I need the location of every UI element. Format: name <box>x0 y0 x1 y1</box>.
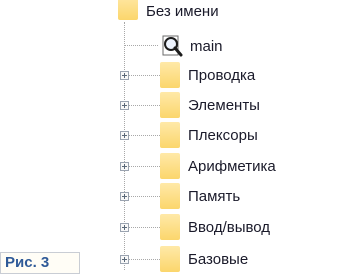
plus-icon[interactable] <box>120 192 129 201</box>
tree-item-label: Проводка <box>188 67 256 84</box>
plus-icon[interactable] <box>120 71 129 80</box>
tree-connector <box>124 45 158 46</box>
tree-item-main-label[interactable]: main <box>190 38 223 56</box>
plus-icon[interactable] <box>120 223 129 232</box>
tree-item-arifmetika[interactable]: Арифметика <box>0 153 340 179</box>
tree-item-vvod-vyvod[interactable]: Ввод/вывод <box>0 214 340 240</box>
tree-item-elementy[interactable]: Элементы <box>0 92 340 118</box>
tree-item-label: Ввод/вывод <box>188 219 271 236</box>
folder-icon <box>160 214 180 240</box>
folder-icon <box>160 246 180 272</box>
tree-item-label: Базовые <box>188 251 249 268</box>
root-node-label[interactable]: Без имени <box>146 3 219 21</box>
plus-icon[interactable] <box>120 255 129 264</box>
plus-icon[interactable] <box>120 162 129 171</box>
tree-item-label: Плексоры <box>188 127 258 144</box>
folder-icon <box>160 62 180 88</box>
tree-item-label: Память <box>188 188 241 205</box>
folder-icon <box>160 92 180 118</box>
tree-item-pamyat[interactable]: Память <box>0 183 340 209</box>
tree-item-label: Элементы <box>188 97 260 114</box>
figure-caption: Рис. 3 <box>0 252 80 274</box>
tree-item-provodka[interactable]: Проводка <box>0 62 340 88</box>
tree-view: Без имени main Проводка Элементы Плексор… <box>0 0 340 276</box>
tree-item-pleksory[interactable]: Плексоры <box>0 122 340 148</box>
folder-icon <box>160 183 180 209</box>
plus-icon[interactable] <box>120 101 129 110</box>
folder-icon <box>118 0 138 20</box>
magnifier-document-icon <box>162 35 183 57</box>
folder-icon <box>160 153 180 179</box>
plus-icon[interactable] <box>120 131 129 140</box>
folder-icon <box>160 122 180 148</box>
tree-item-label: Арифметика <box>188 158 276 175</box>
